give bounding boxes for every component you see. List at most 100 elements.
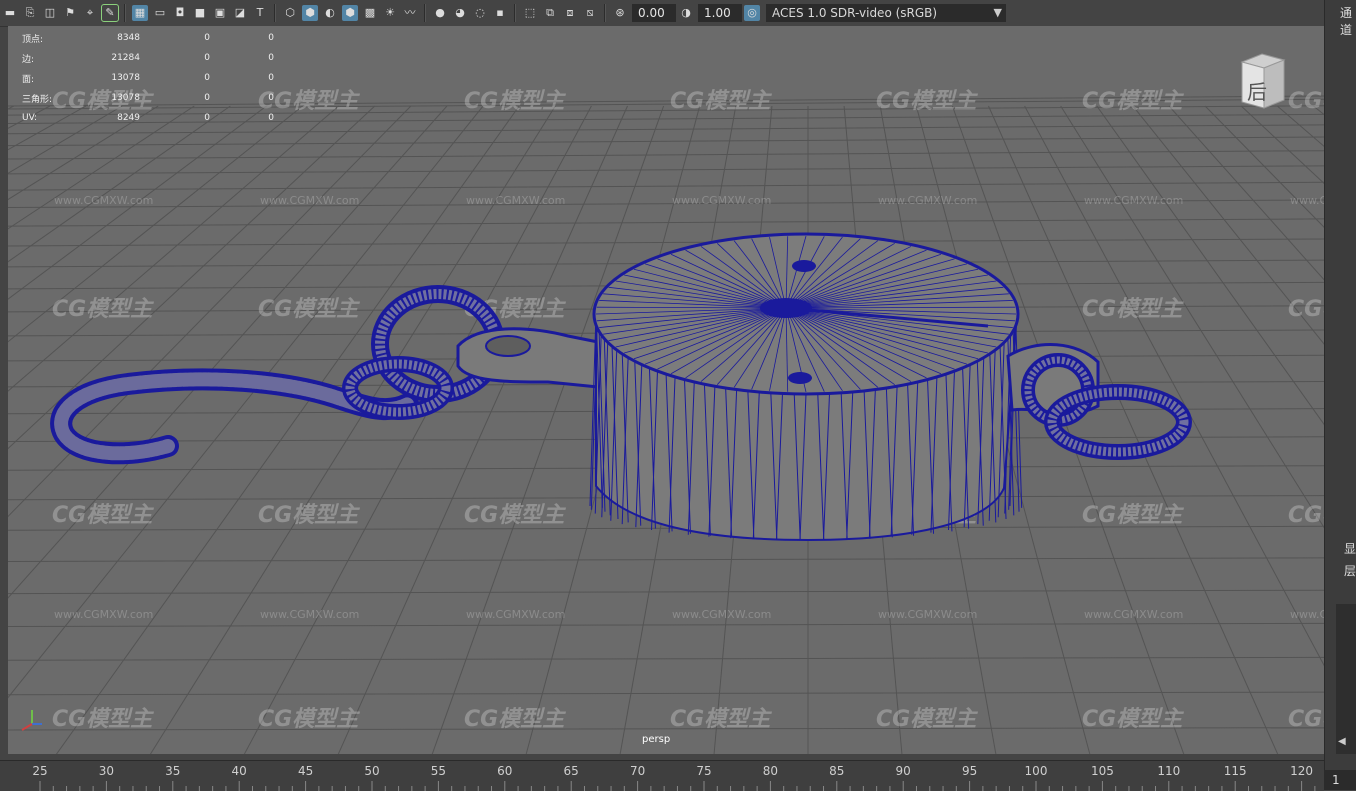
color-space-dropdown[interactable]: ACES 1.0 SDR-video (sRGB) ▼	[766, 4, 1006, 22]
watermark-logo: CG模型主	[1288, 297, 1324, 322]
timeline-tick-label: 60	[497, 764, 512, 778]
bookmark-icon[interactable]: ⎘	[22, 5, 38, 21]
gamma-field[interactable]: 1.00	[698, 4, 742, 22]
timeline-tick-label: 40	[232, 764, 247, 778]
resolution-gate-icon[interactable]: ◘	[172, 5, 188, 21]
toolbar-render-group: ● ◕ ◌ ▪	[430, 0, 510, 26]
toolbar-left-group: ▬ ⎘ ◫ ⚑ ⌖ ✎	[0, 0, 120, 26]
toolbar-exposure-group: ⊛ 0.00 ◑ 1.00 ◎ ACES 1.0 SDR-video (sRGB…	[610, 0, 1006, 26]
isolate-select-icon[interactable]: ⬚	[522, 5, 538, 21]
exposure-field[interactable]: 0.00	[632, 4, 676, 22]
watermark-url: www.CGMXW.com	[54, 194, 153, 207]
hud-value: 8348	[117, 33, 140, 43]
hud-value: 13078	[111, 73, 140, 83]
view-cube[interactable]: 后	[1238, 52, 1288, 110]
color-space-label: ACES 1.0 SDR-video (sRGB)	[772, 6, 938, 20]
pencil-icon[interactable]: ✎	[101, 4, 119, 22]
left-lug-mesh[interactable]	[456, 327, 610, 390]
watermark-url: www.CGMXW.com	[260, 608, 359, 621]
watermark-logo: CG模型主	[258, 707, 360, 732]
watermark-url: www.CGMXW.com	[672, 194, 771, 207]
motion-blur-icon[interactable]: ◕	[452, 5, 468, 21]
grid-line	[8, 557, 1324, 562]
wireframe-on-shaded-icon[interactable]: ⬢	[342, 5, 358, 21]
hud-row-edges: 边: 21284 0 0	[22, 48, 274, 68]
xray-icon[interactable]: ⧉	[542, 5, 558, 21]
exposure-icon[interactable]: ⊛	[612, 5, 628, 21]
perspective-viewport[interactable]: CG模型主 CG模型主 CG模型主 CG模型主 CG模型主 CG模型主 CG模型主 CG模型主…	[8, 26, 1324, 754]
grid-line	[8, 105, 15, 110]
textured-icon[interactable]: ▩	[362, 5, 378, 21]
watermark-logo: CG模型主	[670, 89, 772, 114]
grid-line	[8, 218, 1324, 227]
timeline-tick-label: 75	[696, 764, 711, 778]
timeline-tick-label: 65	[564, 764, 579, 778]
gamma-icon[interactable]: ◑	[678, 5, 694, 21]
antialiasing-icon[interactable]: ◌	[472, 5, 488, 21]
flag-icon[interactable]: ⚑	[62, 5, 78, 21]
hud-value: 0	[268, 33, 274, 43]
light-icon[interactable]: ☀	[382, 5, 398, 21]
grid-line	[8, 622, 1324, 627]
hud-value: 0	[204, 73, 210, 83]
xray-joints-icon[interactable]: ⧈	[562, 5, 578, 21]
xray-components-icon[interactable]: ⧅	[582, 5, 598, 21]
watermark-logo: CG模型主	[1082, 503, 1184, 528]
watermark-url: www.CGMXW.com	[260, 194, 359, 207]
toolbar-shading-group: ⬡ ⬢ ◐ ⬢ ▩ ☀ 〰	[280, 0, 420, 26]
display-tab[interactable]: 显	[1344, 540, 1356, 557]
timeline-tick-label: 50	[364, 764, 379, 778]
view-cube-face-label: 后	[1247, 80, 1267, 104]
watermark-url: www.CGMXW.com	[466, 194, 565, 207]
timeline-tick-label: 90	[896, 764, 911, 778]
timeline-tick-label: 80	[763, 764, 778, 778]
smooth-shade-icon[interactable]: ⬢	[302, 5, 318, 21]
hud-label: 顶点:	[22, 34, 44, 45]
grid-icon[interactable]: ▦	[132, 5, 148, 21]
hud-label: UV:	[22, 113, 38, 123]
toolbar-separator	[274, 4, 276, 22]
chevron-left-icon[interactable]: ◀	[1338, 736, 1346, 747]
image-plane-icon[interactable]: ◫	[42, 5, 58, 21]
screen-space-ao-icon[interactable]: ●	[432, 5, 448, 21]
current-frame-field[interactable]: 1	[1324, 770, 1356, 790]
safe-action-icon[interactable]: ◪	[232, 5, 248, 21]
viewport-canvas: CG模型主 CG模型主 CG模型主 CG模型主 CG模型主 CG模型主 CG模型主 CG模型主…	[8, 89, 1324, 754]
layer-tab[interactable]: 层	[1344, 562, 1356, 579]
snap-icon[interactable]: ⌖	[82, 5, 98, 21]
watermark-logo: CG模型主	[464, 503, 566, 528]
watermark-logo: CG模型主	[1288, 89, 1324, 114]
channel-box-tab[interactable]: 通道	[1340, 4, 1356, 38]
film-gate-icon[interactable]: ▭	[152, 5, 168, 21]
watermark-url: www.CGMXW.com	[878, 194, 977, 207]
camera-attributes-icon[interactable]: ▬	[2, 5, 18, 21]
hud-value: 21284	[111, 53, 140, 63]
depth-of-field-icon[interactable]: ▪	[492, 5, 508, 21]
wireframe-icon[interactable]: ⬡	[282, 5, 298, 21]
safe-title-icon[interactable]: T	[252, 5, 268, 21]
panel-scrollbar[interactable]	[1336, 604, 1356, 754]
hud-label: 边:	[22, 54, 35, 65]
hud-value: 0	[204, 53, 210, 63]
hud-row-triangles: 三角形: 13078 0 0	[22, 88, 274, 108]
gate-mask-icon[interactable]: ■	[192, 5, 208, 21]
timeline-tick-label: 30	[99, 764, 114, 778]
time-slider[interactable]: 25 30 35 40 45 50 55 60 65 70 75 80 85 90 95 100 105 110 1…	[0, 760, 1324, 791]
poly-count-hud: 顶点: 8348 0 0 边: 21284 0 0 面: 13078 0 0 三…	[22, 28, 274, 128]
watermark-logo: CG模型主	[464, 89, 566, 114]
timeline-tick-label: 105	[1091, 764, 1114, 778]
wireframe-model[interactable]	[50, 232, 1192, 542]
watermark-url: www.CGMXW.com	[1084, 608, 1183, 621]
default-material-icon[interactable]: ◐	[322, 5, 338, 21]
color-management-icon[interactable]: ◎	[744, 5, 760, 21]
watermark-logo: CG模型主	[876, 89, 978, 114]
axis-gizmo-icon	[21, 710, 42, 731]
hud-value: 0	[268, 113, 274, 123]
field-chart-icon[interactable]: ▣	[212, 5, 228, 21]
timeline-tick-label: 45	[298, 764, 313, 778]
watermark-logo: CG模型主	[1288, 503, 1324, 528]
hud-value: 0	[268, 93, 274, 103]
timeline-tick-label: 110	[1157, 764, 1180, 778]
shadow-icon[interactable]: 〰	[402, 5, 418, 21]
timeline-tick-label: 100	[1025, 764, 1048, 778]
